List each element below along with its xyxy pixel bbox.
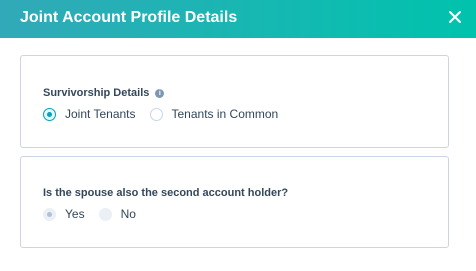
- radio-tenants-in-common[interactable]: [149, 107, 163, 121]
- radio-label-no: No: [120, 207, 136, 221]
- survivorship-radio-group: Joint Tenants Tenants in Common: [43, 107, 292, 121]
- radio-label-joint-tenants: Joint Tenants: [65, 107, 136, 121]
- radio-joint-tenants[interactable]: [43, 107, 56, 121]
- survivorship-card: Survivorship Details i Joint Tenants Tena…: [20, 55, 449, 148]
- spouse-question-label: Is the spouse also the second account ho…: [43, 187, 289, 199]
- radio-no[interactable]: [98, 207, 112, 221]
- close-button[interactable]: [442, 4, 468, 30]
- modal-body: Survivorship Details i Joint Tenants Tena…: [0, 38, 476, 271]
- spouse-radio-group: Yes No: [43, 207, 150, 221]
- radio-label-tenants-in-common: Tenants in Common: [171, 107, 279, 121]
- radio-label-yes: Yes: [65, 207, 85, 221]
- radio-option-joint-tenants[interactable]: Joint Tenants: [43, 107, 136, 121]
- info-icon[interactable]: i: [155, 89, 165, 98]
- close-icon: [449, 11, 461, 23]
- radio-option-no[interactable]: No: [98, 207, 136, 221]
- radio-option-yes[interactable]: Yes: [43, 207, 85, 221]
- survivorship-label: Survivorship Details: [43, 87, 150, 99]
- survivorship-section-label: Survivorship Details i: [43, 86, 165, 100]
- radio-yes[interactable]: [43, 207, 56, 221]
- spouse-card: Is the spouse also the second account ho…: [20, 156, 449, 248]
- radio-option-tenants-in-common[interactable]: Tenants in Common: [149, 107, 279, 121]
- modal-header: Joint Account Profile Details: [0, 0, 476, 38]
- modal-title: Joint Account Profile Details: [20, 9, 238, 26]
